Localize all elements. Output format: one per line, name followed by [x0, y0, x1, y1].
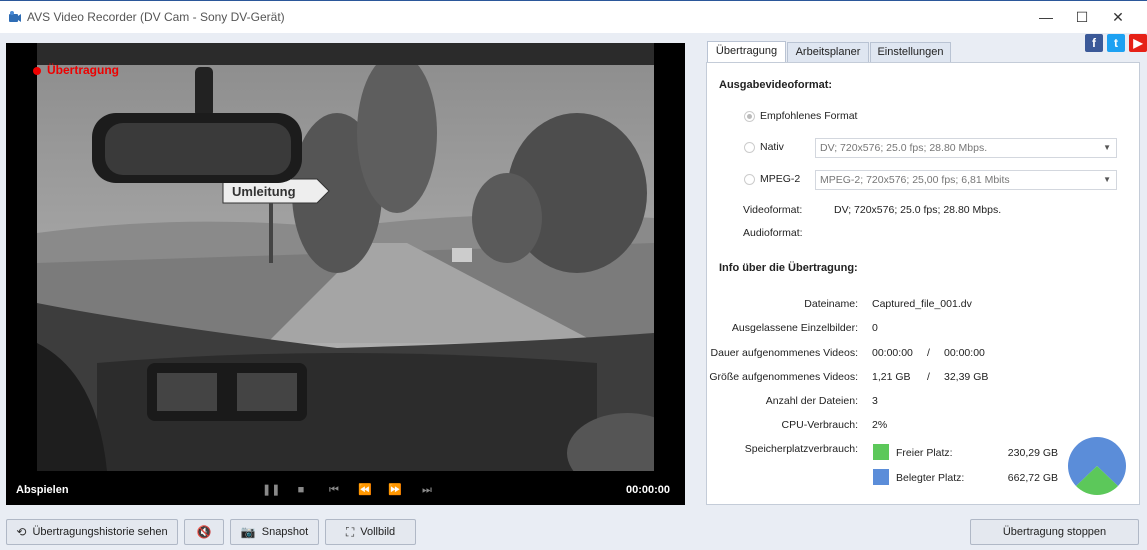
output-format-heading: Ausgabevideoformat: [719, 79, 833, 91]
app-icon [9, 11, 21, 22]
cpu-usage-value: 2% [872, 419, 888, 431]
twitter-icon[interactable]: t [1107, 34, 1125, 52]
stop-transfer-label: Übertragung stoppen [1002, 526, 1107, 538]
recommended-format-label: Empfohlenes Format [760, 110, 858, 122]
maximize-button[interactable]: ☐ [1064, 1, 1100, 33]
used-space-label: Belegter Platz: [896, 472, 965, 484]
fullscreen-label: Vollbild [360, 526, 396, 538]
audio-format-label: Audioformat: [743, 227, 803, 239]
transfer-history-button[interactable]: ⟲ Übertragungshistorie sehen [6, 519, 178, 545]
mute-icon: 🔇 [196, 525, 212, 539]
mpeg2-label: MPEG-2 [760, 173, 801, 185]
transfer-pane: Ausgabevideoformat: Empfohlenes Format N… [706, 62, 1140, 505]
mpeg2-radio[interactable] [744, 174, 755, 185]
history-icon: ⟲ [16, 525, 27, 539]
native-radio[interactable] [744, 142, 755, 153]
tab-arbeitsplaner[interactable]: Arbeitsplaner [787, 42, 869, 62]
play-label: Abspielen [16, 484, 69, 496]
tab-uebertragung[interactable]: Übertragung [707, 41, 786, 63]
free-space-value: 230,29 GB [1007, 447, 1058, 459]
native-format-value: DV; 720x576; 25.0 fps; 28.80 Mbps. [820, 142, 988, 154]
duration-separator: / [927, 347, 930, 359]
mpeg2-format-value: MPEG-2; 720x576; 25,00 fps; 6,81 Mbits [820, 174, 1010, 186]
video-image: Umleitung [37, 43, 654, 471]
used-space-value: 662,72 GB [1007, 472, 1058, 484]
minimize-button[interactable]: — [1028, 1, 1064, 33]
timecode: 00:00:00 [626, 484, 671, 496]
pause-icon[interactable]: ❚❚ [262, 482, 280, 498]
close-button[interactable]: ✕ [1100, 1, 1136, 33]
mpeg2-format-select[interactable]: MPEG-2; 720x576; 25,00 fps; 6,81 Mbits ▼ [815, 170, 1117, 190]
skip-back-icon[interactable]: ⏮ [325, 482, 343, 498]
tab-einstellungen[interactable]: Einstellungen [870, 42, 951, 62]
file-count-value: 3 [872, 395, 878, 407]
chevron-down-icon: ▼ [1103, 175, 1111, 184]
youtube-icon[interactable]: ▶ [1129, 34, 1147, 52]
snapshot-button[interactable]: 📷 Snapshot [230, 519, 319, 545]
stop-transfer-button[interactable]: Übertragung stoppen [970, 519, 1139, 545]
recommended-format-radio[interactable] [744, 111, 755, 122]
snapshot-label: Snapshot [261, 526, 309, 538]
recording-indicator-label: Übertragung [47, 63, 119, 77]
dropped-frames-value: 0 [872, 322, 878, 334]
video-frame: Umleitung [37, 43, 654, 471]
rewind-icon[interactable]: ⏪ [356, 482, 374, 498]
video-format-label: Videoformat: [743, 204, 803, 216]
native-format-select[interactable]: DV; 720x576; 25.0 fps; 28.80 Mbps. ▼ [815, 138, 1117, 158]
filename-value: Captured_file_001.dv [872, 298, 972, 310]
video-preview-panel: Umleitung Übertragung Abspielen ❚❚ ■ ⏮ ⏪… [6, 43, 685, 505]
size-label: Größe aufgenommenes Videos: [709, 371, 858, 383]
playback-controls: Abspielen ❚❚ ■ ⏮ ⏪ ⏩ ⏭ 00:00:00 [6, 475, 685, 505]
skip-forward-icon[interactable]: ⏭ [418, 482, 436, 498]
duration-value: 00:00:00 [872, 347, 913, 359]
transfer-history-label: Übertragungshistorie sehen [32, 526, 168, 538]
chevron-down-icon: ▼ [1103, 143, 1111, 152]
window-title: AVS Video Recorder (DV Cam - Sony DV-Ger… [27, 10, 285, 24]
file-count-label: Anzahl der Dateien: [765, 395, 858, 407]
fullscreen-button[interactable]: ⛶ Vollbild [325, 519, 416, 545]
stop-icon[interactable]: ■ [292, 482, 310, 498]
mute-button[interactable]: 🔇 [184, 519, 224, 545]
fullscreen-icon: ⛶ [345, 524, 355, 539]
camera-icon: 📷 [240, 525, 256, 539]
fast-forward-icon[interactable]: ⏩ [386, 482, 404, 498]
recording-indicator-dot [33, 67, 41, 75]
free-space-label: Freier Platz: [896, 447, 953, 459]
duration-total: 00:00:00 [944, 347, 985, 359]
free-space-swatch [873, 444, 889, 460]
title-bar: AVS Video Recorder (DV Cam - Sony DV-Ger… [0, 0, 1147, 33]
storage-pie-chart [1068, 437, 1126, 495]
filename-label: Dateiname: [804, 298, 858, 310]
native-label: Nativ [760, 141, 784, 153]
used-space-swatch [873, 469, 889, 485]
dropped-frames-label: Ausgelassene Einzelbilder: [731, 322, 858, 334]
size-total: 32,39 GB [944, 371, 989, 383]
cpu-usage-label: CPU-Verbrauch: [781, 419, 858, 431]
size-separator: / [927, 371, 930, 383]
storage-usage-label: Speicherplatzverbrauch: [744, 443, 858, 455]
video-format-value: DV; 720x576; 25.0 fps; 28.80 Mbps. [834, 204, 1002, 216]
facebook-icon[interactable]: f [1085, 34, 1103, 52]
transfer-info-heading: Info über die Übertragung: [719, 262, 858, 274]
size-value: 1,21 GB [872, 371, 911, 383]
road-sign-text: Umleitung [232, 184, 296, 199]
duration-label: Dauer aufgenommenes Videos: [710, 347, 858, 359]
